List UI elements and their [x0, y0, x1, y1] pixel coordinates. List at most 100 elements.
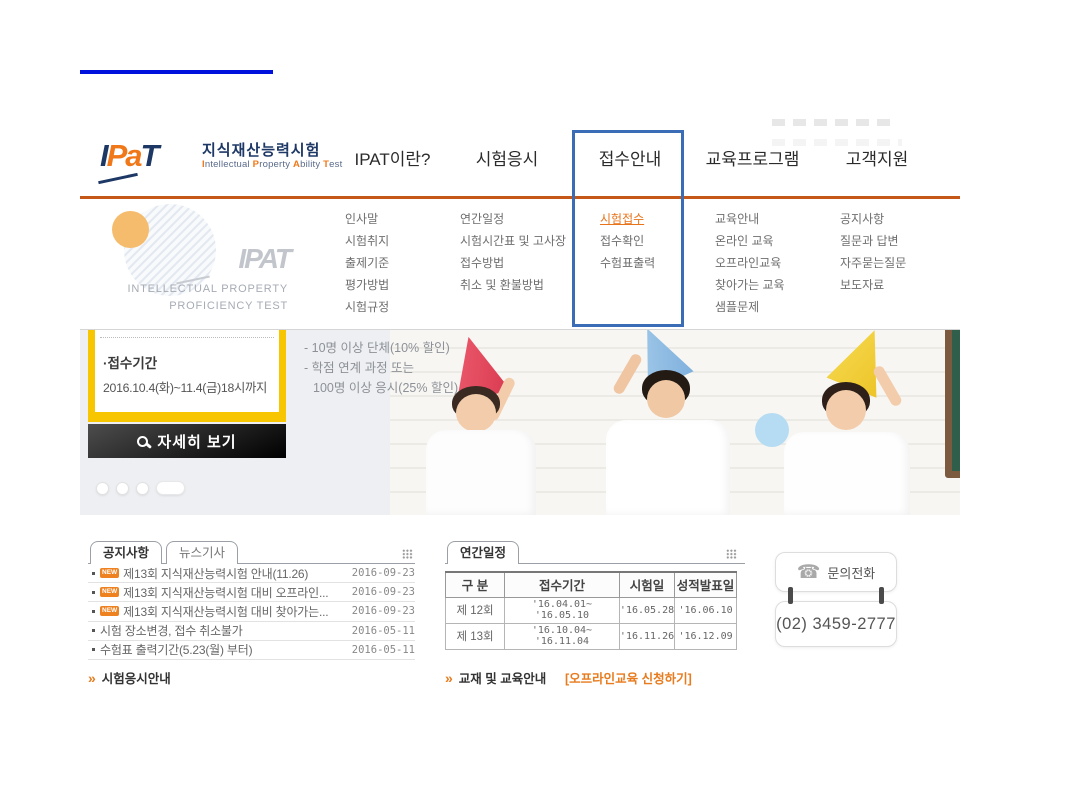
chalkboard: (5,000) — [945, 330, 960, 478]
contact-label-box: ☎ 문의전화 — [775, 552, 897, 592]
nav-about-ipat[interactable]: IPAT이란? — [335, 145, 450, 175]
menu-item[interactable]: 취소 및 환불방법 — [460, 274, 566, 296]
menu-item[interactable]: 수험표출력 — [600, 252, 655, 274]
nav-education-program[interactable]: 교육프로그램 — [690, 145, 815, 175]
banner-photo: (5,000) — [390, 330, 960, 515]
nav-exam-apply[interactable]: 시험응시 — [452, 145, 562, 175]
bullet-icon — [92, 591, 95, 594]
menu-item[interactable]: 보도자료 — [840, 274, 906, 296]
tab-annual-schedule[interactable]: 연간일정 — [447, 541, 519, 564]
new-badge: NEW — [100, 568, 119, 578]
person-blue-hat — [608, 336, 730, 515]
notice-panel: 공지사항 뉴스기사 NEW 제13회 지식재산능력시험 안내(11.26) 20… — [88, 541, 415, 660]
period-value: 2016.10.4(화)~11.4(금)18시까지 — [103, 378, 271, 396]
menu-item[interactable]: 찾아가는 교육 — [715, 274, 785, 296]
carousel-dot[interactable] — [96, 482, 109, 495]
watermark-logo: IPAT — [170, 243, 290, 275]
person-yellow-hat — [782, 342, 912, 515]
menu-item[interactable]: 샘플문제 — [715, 296, 785, 318]
carousel-dot[interactable] — [116, 482, 129, 495]
bullet-icon — [92, 629, 95, 632]
carousel-dot-active[interactable] — [156, 481, 185, 495]
site-logo[interactable]: IPaT 지식재산능력시험 Intellectual Property Abil… — [100, 139, 360, 187]
decorative-orange-circle — [112, 211, 149, 248]
link-exam-guide[interactable]: »시험응시안내 — [88, 668, 171, 687]
menu-column-education: 교육안내 온라인 교육 오프라인교육 찾아가는 교육 샘플문제 — [715, 208, 785, 318]
menu-item[interactable]: 온라인 교육 — [715, 230, 785, 252]
menu-item[interactable]: 연간일정 — [460, 208, 566, 230]
nav-customer-support[interactable]: 고객지원 — [822, 145, 932, 175]
menu-item[interactable]: 질문과 답변 — [840, 230, 906, 252]
notice-item[interactable]: NEW 제13회 지식재산능력시험 대비 찾아가는... 2016-09-23 — [88, 602, 415, 621]
main-banner: (5,000) — [80, 330, 960, 515]
page: IPaT 지식재산능력시험 Intellectual Property Abil… — [0, 0, 1080, 810]
table-row: 제 12회 '16.04.01~ '16.05.10 '16.05.28 '16… — [446, 597, 737, 623]
bullet-icon — [92, 648, 95, 651]
menu-column-registration: 시험접수 접수확인 수험표출력 — [600, 208, 655, 274]
col-header: 구 분 — [446, 572, 505, 597]
logo-swoosh — [98, 173, 138, 184]
new-badge: NEW — [100, 606, 119, 616]
menu-item[interactable]: 인사말 — [345, 208, 389, 230]
schedule-panel: 연간일정 구 분 접수기간 시험일 성적발표일 제 12회 '16.04.01~… — [445, 541, 745, 650]
menu-item[interactable]: 출제기준 — [345, 252, 389, 274]
menu-item[interactable]: 시험규정 — [345, 296, 389, 318]
contact-phone-widget: ☎ 문의전화 (02) 3459-2777 — [775, 552, 897, 647]
logo-english-title: Intellectual Property Ability Test — [202, 159, 342, 170]
col-header: 시험일 — [619, 572, 674, 597]
double-arrow-icon: » — [445, 670, 453, 686]
new-badge: NEW — [100, 587, 119, 597]
link-education-guide[interactable]: »교재 및 교육안내 — [445, 668, 546, 687]
menu-item[interactable]: 공지사항 — [840, 208, 906, 230]
connector-bar — [879, 587, 884, 604]
menu-column-about: 인사말 시험취지 출제기준 평가방법 시험규정 — [345, 208, 389, 318]
bullet-icon — [92, 610, 95, 613]
top-blue-line — [80, 70, 273, 74]
decorative-blue-circle — [755, 413, 789, 447]
menu-item[interactable]: 시험취지 — [345, 230, 389, 252]
notice-item[interactable]: NEW 제13회 지식재산능력시험 안내(11.26) 2016-09-23 — [88, 564, 415, 583]
menu-column-exam: 연간일정 시험시간표 및 고사장 접수방법 취소 및 환불방법 — [460, 208, 566, 296]
header: IPaT 지식재산능력시험 Intellectual Property Abil… — [80, 113, 960, 199]
phone-icon: ☎ — [797, 563, 821, 582]
bullet-icon — [92, 572, 95, 575]
menu-item[interactable]: 자주묻는질문 — [840, 252, 906, 274]
discount-info: - 10명 이상 단체(10% 할인) - 학점 연계 과정 또는 100명 이… — [304, 338, 458, 398]
connector-bar — [788, 587, 793, 604]
watermark-text-line2: PROFICIENCY TEST — [80, 300, 288, 312]
registration-period-box: ·접수기간 2016.10.4(화)~11.4(금)18시까지 — [88, 330, 286, 422]
col-header: 성적발표일 — [675, 572, 737, 597]
menu-column-support: 공지사항 질문과 답변 자주묻는질문 보도자료 — [840, 208, 906, 296]
table-row: 제 13회 '16.10.04~ '16.11.04 '16.11.26 '16… — [446, 623, 737, 649]
magnifier-icon — [137, 436, 148, 447]
notice-item[interactable]: 수험표 출력기간(5.23(월) 부터) 2016-05-11 — [88, 641, 415, 660]
notice-item[interactable]: 시험 장소변경, 접수 취소불가 2016-05-11 — [88, 622, 415, 641]
col-header: 접수기간 — [505, 572, 620, 597]
annual-schedule-table: 구 분 접수기간 시험일 성적발표일 제 12회 '16.04.01~ '16.… — [445, 571, 737, 650]
menu-item[interactable]: 접수방법 — [460, 252, 566, 274]
double-arrow-icon: » — [88, 670, 96, 686]
logo-korean-title: 지식재산능력시험 — [202, 139, 320, 160]
menu-item[interactable]: 오프라인교육 — [715, 252, 785, 274]
carousel-dot[interactable] — [136, 482, 149, 495]
menu-item-exam-registration[interactable]: 시험접수 — [600, 208, 655, 230]
more-icon[interactable] — [402, 549, 413, 559]
tab-news[interactable]: 뉴스기사 — [166, 541, 238, 564]
more-icon[interactable] — [726, 549, 737, 559]
mega-menu: IPAT INTELLECTUAL PROPERTY PROFICIENCY T… — [80, 199, 960, 330]
watermark-text-line1: INTELLECTUAL PROPERTY — [80, 283, 288, 295]
nav-registration-info[interactable]: 접수안내 — [575, 145, 685, 175]
logo-mark: IPaT — [100, 141, 157, 171]
contact-phone-number: (02) 3459-2777 — [775, 601, 897, 647]
menu-item[interactable]: 접수확인 — [600, 230, 655, 252]
menu-item[interactable]: 교육안내 — [715, 208, 785, 230]
menu-item[interactable]: 시험시간표 및 고사장 — [460, 230, 566, 252]
period-label: ·접수기간 — [103, 352, 271, 372]
notice-item[interactable]: NEW 제13회 지식재산능력시험 대비 오프라인... 2016-09-23 — [88, 583, 415, 602]
tab-notice[interactable]: 공지사항 — [90, 541, 162, 564]
menu-item[interactable]: 평가방법 — [345, 274, 389, 296]
partial-utility-text — [772, 119, 894, 126]
link-offline-apply[interactable]: [오프라인교육 신청하기] — [565, 668, 692, 687]
detail-button[interactable]: 자세히 보기 — [88, 424, 286, 458]
carousel-indicators — [96, 481, 185, 495]
